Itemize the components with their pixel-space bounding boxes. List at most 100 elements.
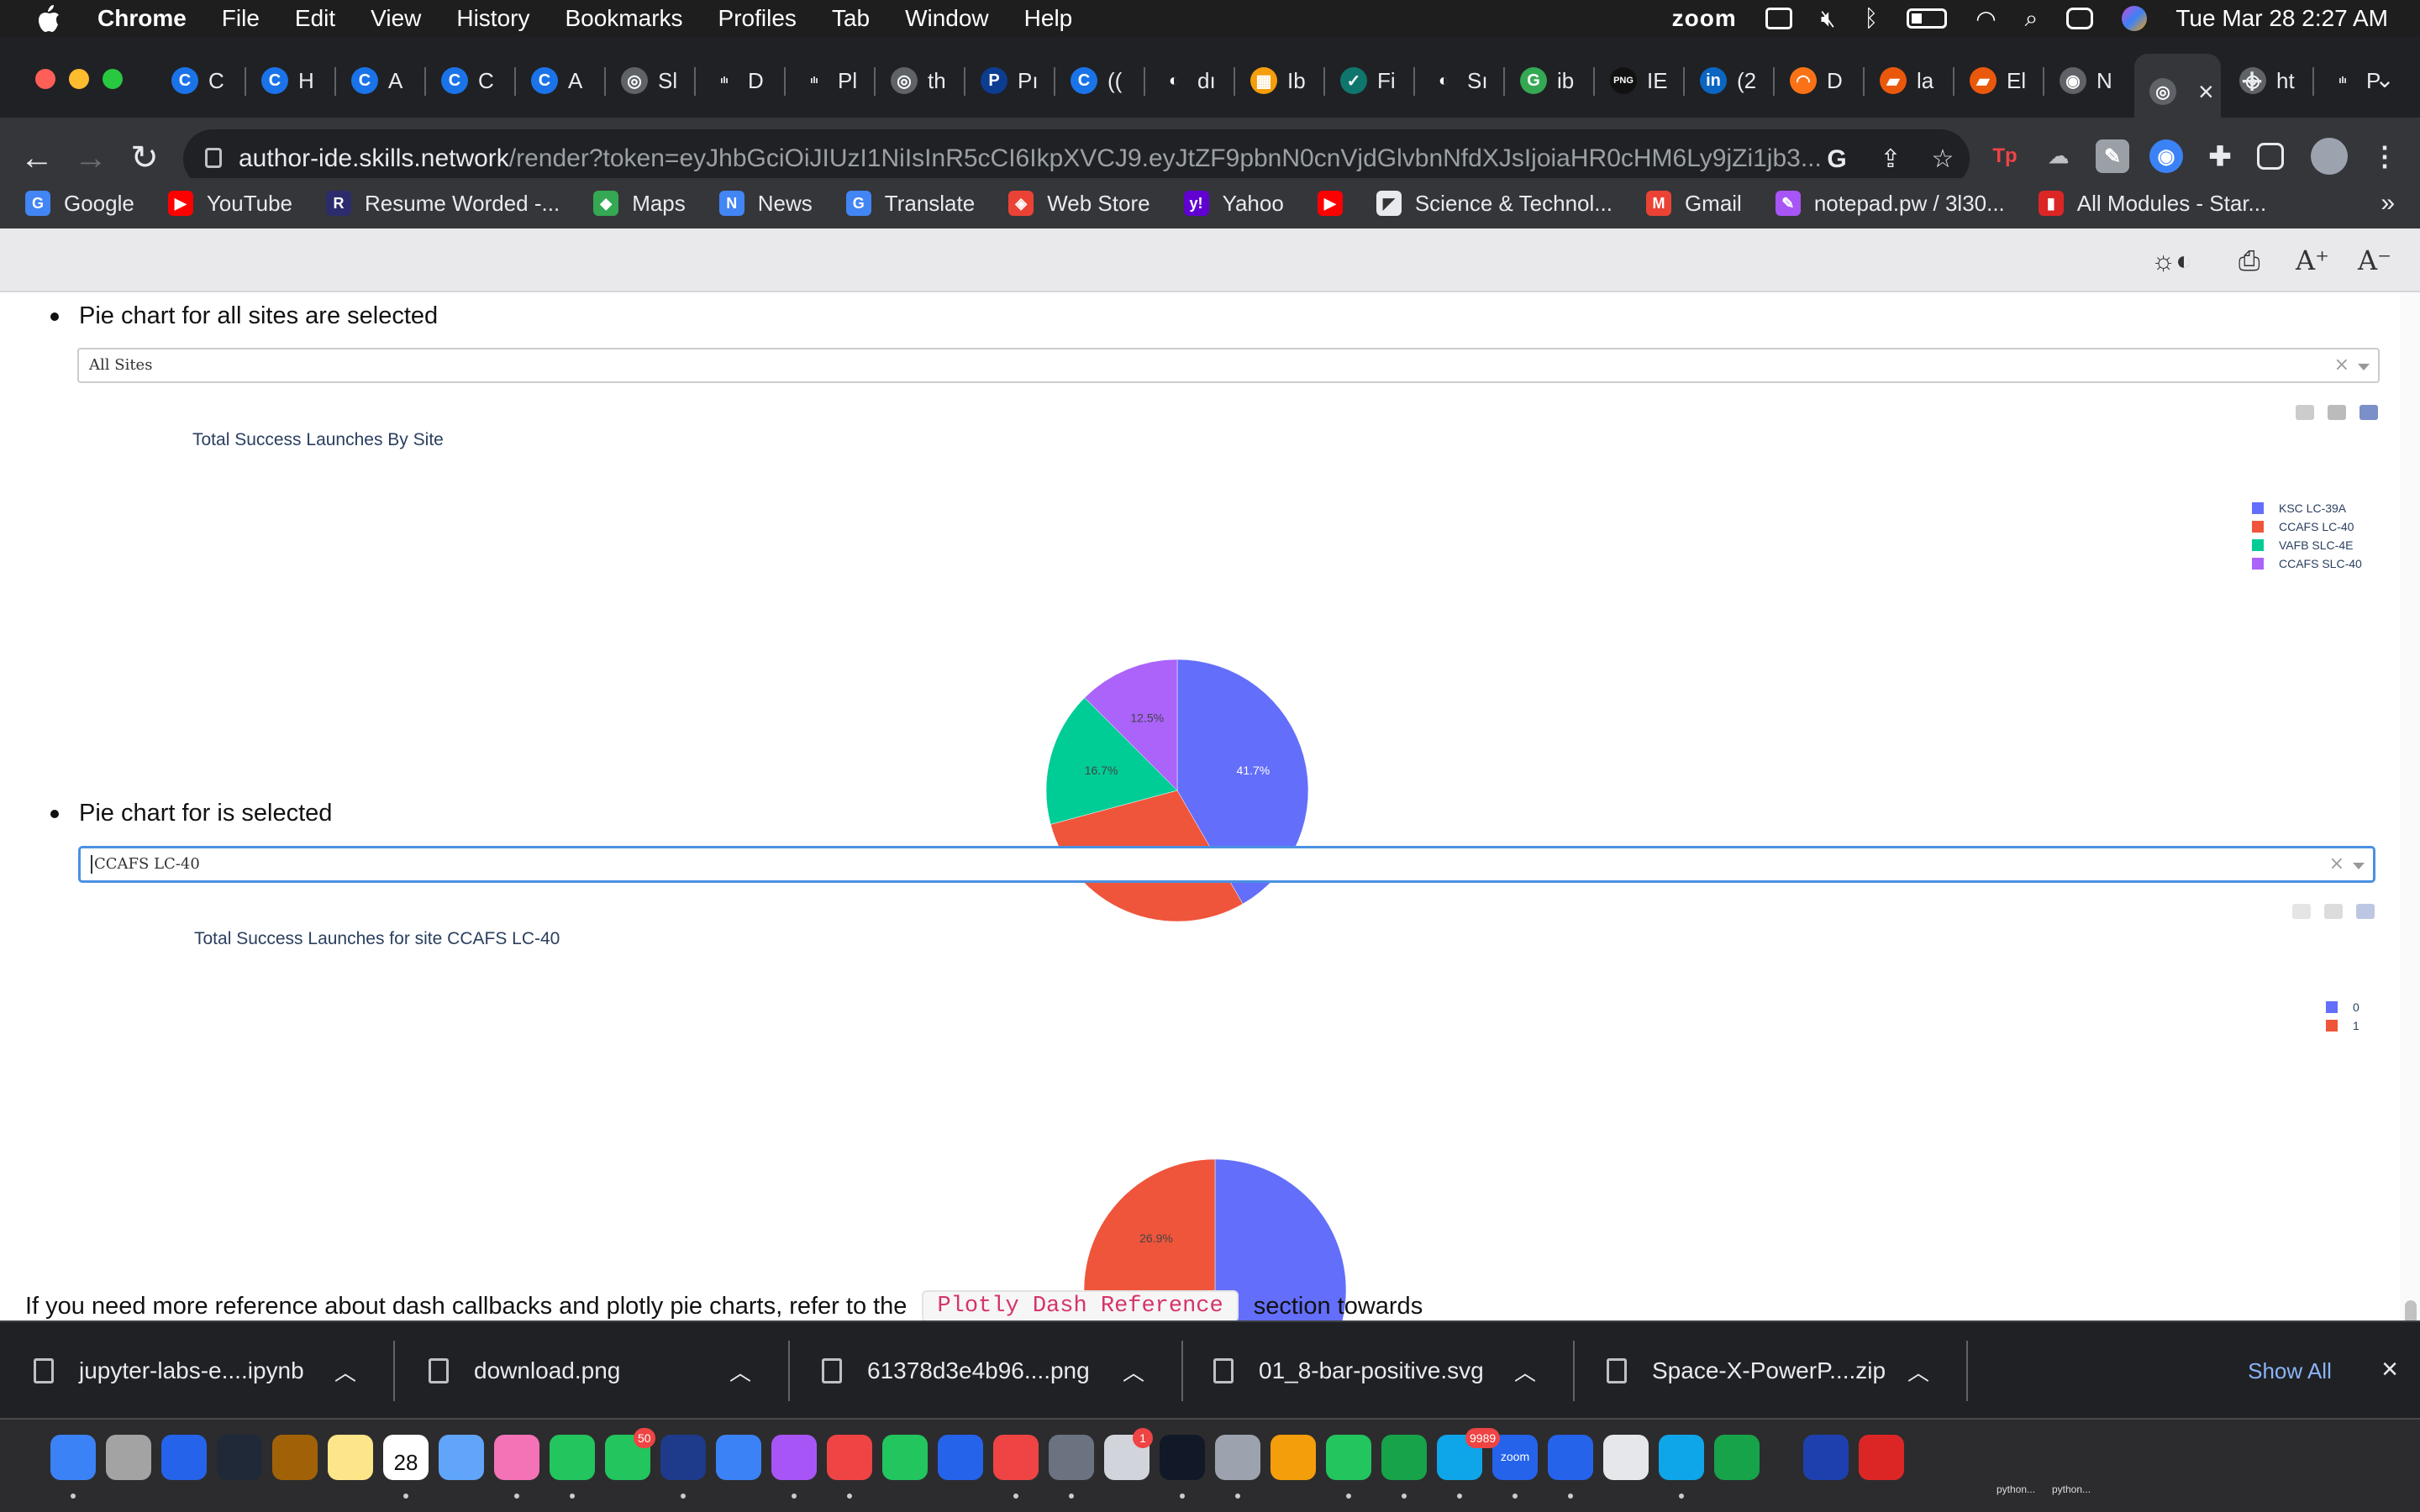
dock-app-icon[interactable] [439, 1435, 484, 1480]
dock-app-icon[interactable] [328, 1435, 373, 1480]
extension-mushroom-icon[interactable]: ☁ [2042, 139, 2075, 173]
bookmarks-overflow-button[interactable]: » [2381, 189, 2395, 218]
zoom-status-item[interactable]: zoom [1672, 5, 1737, 32]
menu-clock[interactable]: Tue Mar 28 2:27 AM [2175, 5, 2388, 32]
bookmark-item[interactable]: R Resume Worded -... [326, 191, 560, 217]
browser-tab[interactable]: ◎ Sl [606, 54, 692, 108]
siri-icon[interactable] [2122, 6, 2148, 31]
bookmark-item[interactable]: ◈ Web Store [1008, 191, 1150, 217]
show-all-downloads-button[interactable]: Show All [2223, 1346, 2357, 1396]
chrome-menu-icon[interactable]: ⋮ [2368, 139, 2402, 173]
download-options-chevron-icon[interactable]: ︿ [728, 1356, 753, 1387]
wifi-icon[interactable]: ◠ [1975, 5, 1996, 33]
bookmark-item[interactable]: ◆ Maps [593, 191, 686, 217]
extensions-puzzle-icon[interactable]: ✚ [2203, 139, 2237, 173]
browser-tab[interactable]: ◐ Sı [1415, 54, 1502, 108]
camera-icon[interactable] [2296, 405, 2314, 420]
menu-window[interactable]: Window [905, 5, 989, 32]
download-item[interactable]: Space-X-PowerP....zip ︿ [1573, 1322, 1965, 1420]
forward-button[interactable]: → [71, 138, 111, 178]
battery-icon[interactable] [1907, 8, 1948, 29]
dock-app-icon[interactable] [1659, 1435, 1704, 1480]
browser-tab[interactable]: CA [336, 54, 423, 108]
menu-help[interactable]: Help [1024, 5, 1073, 32]
bookmark-item[interactable]: G Google [25, 191, 134, 217]
page-scrollbar[interactable] [2400, 292, 2420, 1359]
bookmark-item[interactable]: G Translate [845, 191, 975, 217]
plotly-logo-icon[interactable] [2356, 904, 2375, 919]
bluetooth-icon[interactable]: ᛒ [1864, 5, 1878, 32]
bookmark-item[interactable]: N News [718, 191, 813, 217]
site-dropdown-selected[interactable]: CCAFS LC-40 × [79, 847, 2375, 882]
browser-tab[interactable]: C (( [1055, 54, 1142, 108]
menu-file[interactable]: File [222, 5, 260, 32]
download-options-chevron-icon[interactable]: ︿ [1906, 1356, 1931, 1387]
zoom-icon[interactable] [2324, 904, 2343, 919]
dock-app-icon[interactable] [50, 1435, 96, 1480]
new-tab-button[interactable]: + [2233, 61, 2270, 101]
profile-avatar[interactable] [2311, 138, 2348, 175]
camera-icon[interactable] [2292, 904, 2311, 919]
dropdown-arrow-icon[interactable] [2353, 863, 2365, 869]
dock-app-icon[interactable] [993, 1435, 1039, 1480]
dock-app-icon[interactable] [1548, 1435, 1593, 1480]
menu-view[interactable]: View [371, 5, 421, 32]
dropdown-clear-icon[interactable]: × [2329, 848, 2344, 880]
dock-app-icon[interactable] [1215, 1435, 1260, 1480]
screen-mirroring-icon[interactable] [1765, 8, 1792, 29]
browser-tab[interactable]: ◎ th [876, 54, 962, 108]
lock-icon[interactable] [205, 148, 222, 168]
menu-history[interactable]: History [456, 5, 529, 32]
dock-app-icon[interactable] [161, 1435, 207, 1480]
download-item[interactable]: 01_8-bar-positive.svg ︿ [1180, 1322, 1571, 1420]
dock-app-icon[interactable] [938, 1435, 983, 1480]
bookmark-item[interactable]: ▶ YouTube [167, 191, 292, 217]
dock-app-icon[interactable] [1714, 1435, 1760, 1480]
browser-tab[interactable]: ▰ El [1954, 54, 2041, 108]
legend-item[interactable]: KSC LC-39A [2252, 499, 2362, 517]
dropdown-clear-icon[interactable]: × [2334, 349, 2349, 381]
dock-app-icon[interactable] [827, 1435, 872, 1480]
dock-app-icon[interactable] [882, 1435, 928, 1480]
dock-app-icon[interactable] [1049, 1435, 1094, 1480]
dock-app-icon[interactable] [217, 1435, 262, 1480]
browser-tab[interactable]: PNG IE [1595, 54, 1681, 108]
extension-tp-icon[interactable]: Tp [1988, 139, 2022, 173]
download-options-chevron-icon[interactable]: ︿ [1512, 1356, 1538, 1387]
bookmark-item[interactable]: M Gmail [1645, 191, 1742, 217]
control-center-icon[interactable] [2066, 8, 2094, 29]
tab-close-icon[interactable]: × [2198, 76, 2214, 108]
download-item[interactable]: download.png ︿ [395, 1322, 786, 1420]
browser-tab[interactable]: ◉ N [2044, 54, 2131, 108]
browser-tab[interactable]: CC [156, 54, 243, 108]
bookmark-star-icon[interactable]: ☆ [1928, 144, 1958, 175]
menu-bookmarks[interactable]: Bookmarks [565, 5, 682, 32]
download-item[interactable]: jupyter-labs-e....ipynb ︿ [0, 1322, 392, 1420]
close-downloads-bar-button[interactable]: × [2373, 1352, 2407, 1386]
extension-chart-icon[interactable]: ◉ [2149, 139, 2183, 173]
menu-app-name[interactable]: Chrome [97, 5, 187, 32]
menu-profiles[interactable]: Profiles [718, 5, 797, 32]
browser-tab[interactable]: CH [246, 54, 333, 108]
mute-icon[interactable]: 🔇︎ [1821, 5, 1836, 33]
dock-app-icon[interactable] [771, 1435, 817, 1480]
print-icon[interactable]: ⎙ [2238, 245, 2260, 276]
google-lens-icon[interactable]: G [1822, 144, 1852, 175]
legend-item[interactable]: 0 [2326, 998, 2360, 1016]
dock-app-icon[interactable] [716, 1435, 761, 1480]
extension-edit-icon[interactable]: ✎ [2096, 139, 2129, 173]
legend-item[interactable]: CCAFS LC-40 [2252, 517, 2362, 536]
reload-button[interactable]: ↻ [124, 138, 165, 178]
dock-app-icon[interactable] [106, 1435, 151, 1480]
window-minimize-button[interactable] [69, 69, 89, 89]
menu-edit[interactable]: Edit [295, 5, 335, 32]
browser-tab[interactable]: ▰ la [1865, 54, 1951, 108]
plotly-logo-icon[interactable] [2360, 405, 2378, 420]
browser-tab[interactable]: CA [516, 54, 602, 108]
dock-app-icon[interactable] [494, 1435, 539, 1480]
back-button[interactable]: ← [17, 138, 57, 178]
side-panel-icon[interactable] [2257, 143, 2284, 170]
bookmark-item[interactable]: ▶ [1317, 191, 1343, 216]
download-options-chevron-icon[interactable]: ︿ [333, 1356, 358, 1387]
dock-app-icon[interactable] [1326, 1435, 1371, 1480]
